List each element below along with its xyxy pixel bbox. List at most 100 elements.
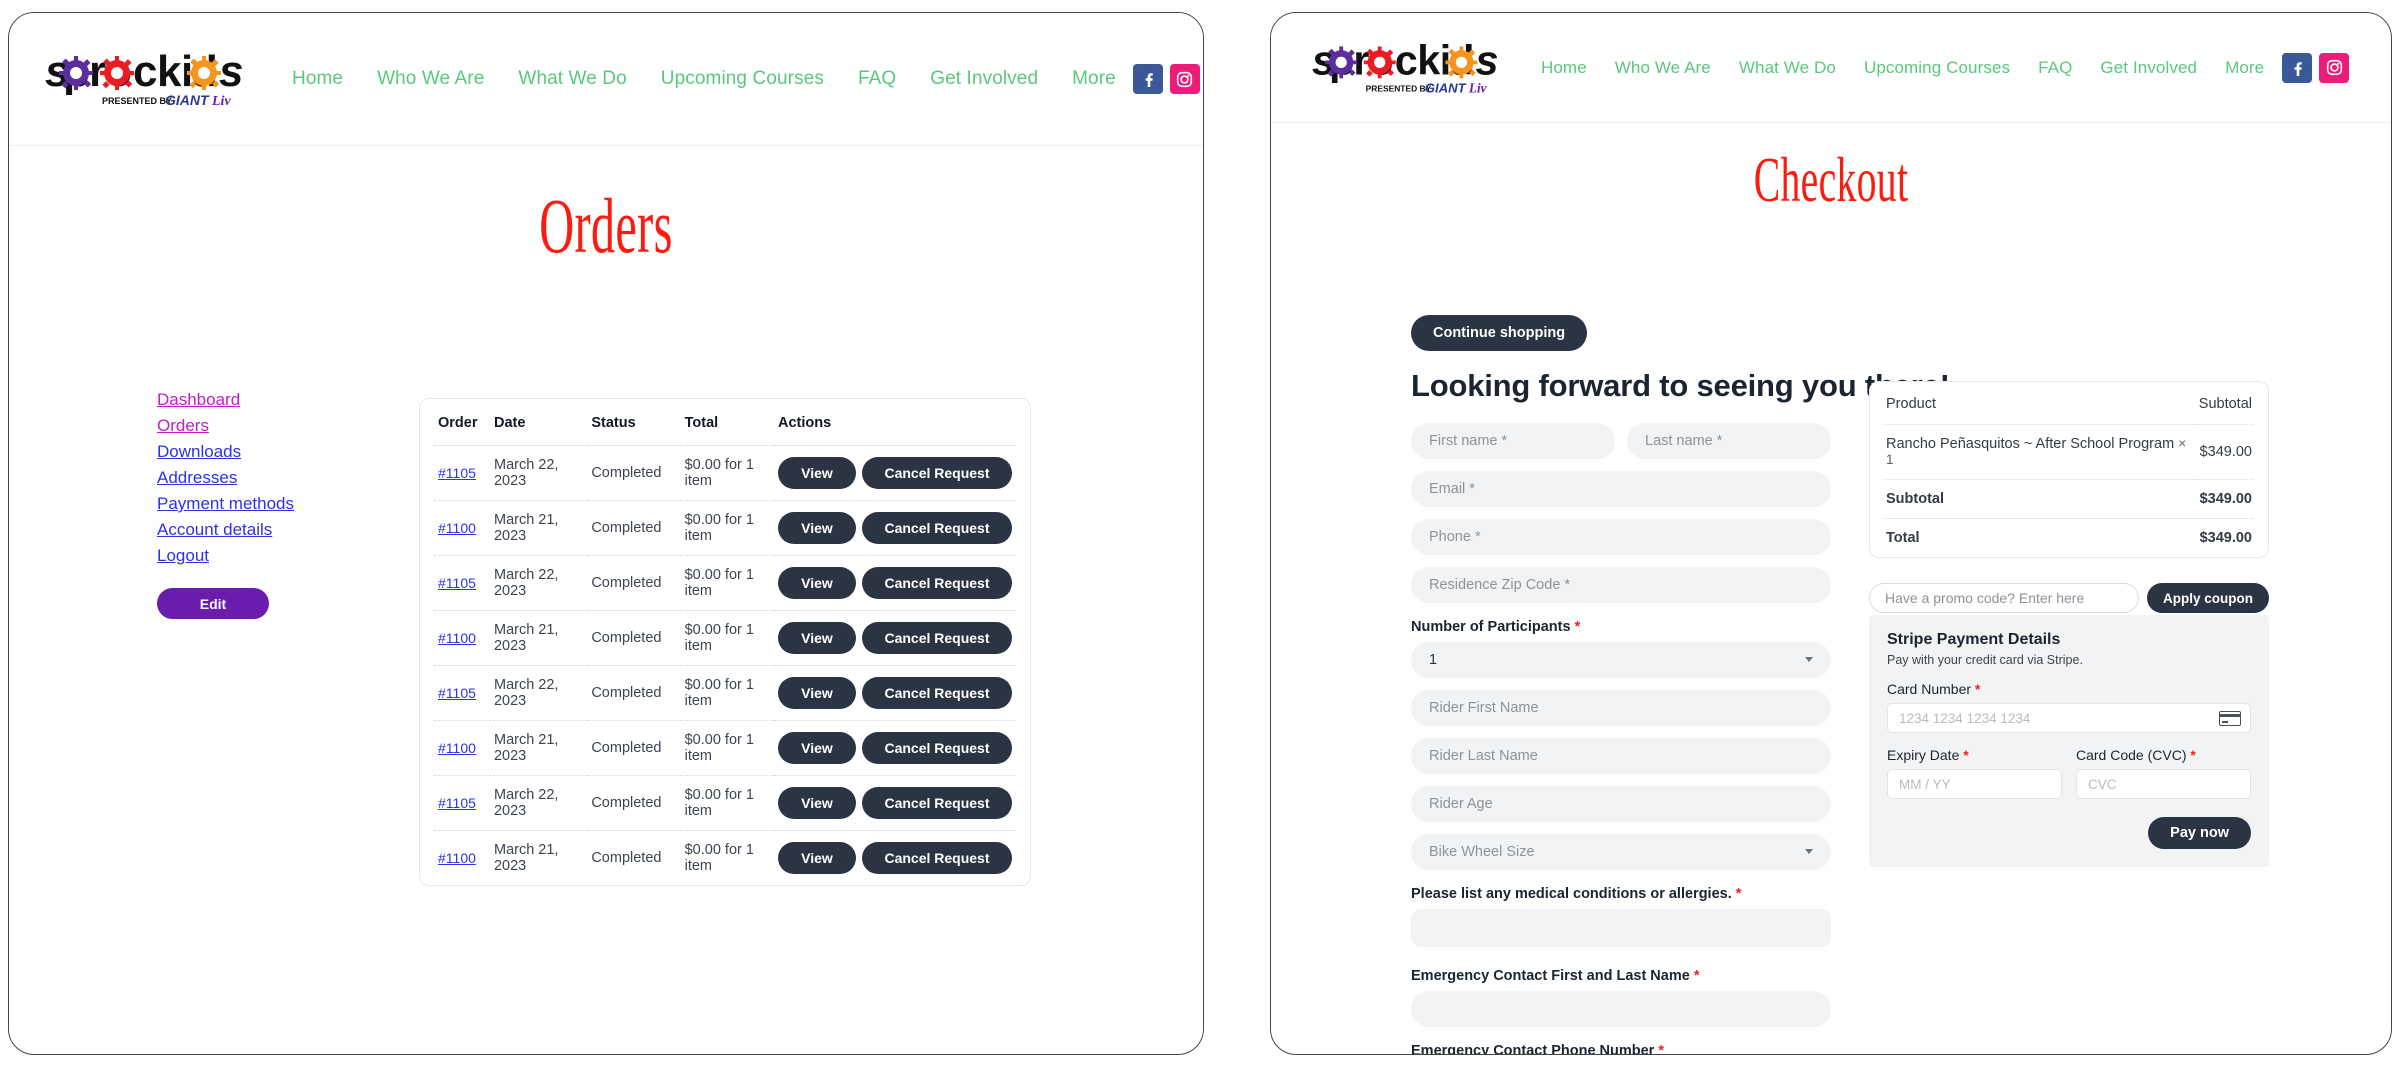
cancel-request-button[interactable]: Cancel Request [862, 622, 1012, 654]
sidebar-item-logout[interactable]: Logout [157, 546, 209, 566]
expiry-input[interactable] [1899, 776, 2050, 792]
zip-code-input[interactable] [1411, 567, 1831, 603]
view-order-button[interactable]: View [778, 622, 856, 654]
order-link[interactable]: #1105 [438, 575, 476, 591]
edit-button[interactable]: Edit [157, 588, 269, 619]
order-summary-card: Product Subtotal Rancho Peñasquitos ~ Af… [1869, 381, 2269, 558]
cancel-request-button[interactable]: Cancel Request [862, 567, 1012, 599]
cell-status: Completed [587, 445, 681, 501]
nav-item-who-we-are[interactable]: Who We Are [360, 68, 501, 90]
facebook-icon[interactable] [1132, 64, 1163, 94]
sidebar-item-dashboard[interactable]: Dashboard [157, 390, 240, 410]
bike-wheel-size-select[interactable] [1411, 834, 1831, 870]
svg-text:k: k [157, 47, 182, 96]
card-number-input[interactable] [1899, 710, 2239, 726]
view-order-button[interactable]: View [778, 567, 856, 599]
sprockids-logo[interactable]: s p r o c k i d s [45, 46, 245, 112]
nav-item-home-right[interactable]: Home [1527, 58, 1601, 78]
nav-item-more[interactable]: More [1055, 68, 1133, 90]
nav-item-who-we-are-right[interactable]: Who We Are [1601, 58, 1725, 78]
nav-item-faq-right[interactable]: FAQ [2024, 58, 2086, 78]
cell-total: $0.00 for 1 item [680, 555, 774, 611]
cell-total: $0.00 for 1 item [680, 500, 774, 556]
rider-last-name-input[interactable] [1411, 738, 1831, 774]
summary-total-value: $349.00 [2199, 530, 2252, 546]
nav-item-more-right[interactable]: More [2211, 58, 2278, 78]
view-order-button[interactable]: View [778, 457, 856, 489]
view-order-button[interactable]: View [778, 787, 856, 819]
last-name-input[interactable] [1627, 423, 1831, 459]
action-buttons: View Cancel Request [778, 622, 1012, 654]
page-title-checkout: Checkout [1753, 144, 1909, 215]
cell-date: March 22, 2023 [489, 445, 588, 501]
orders-title-wrap: Orders [9, 146, 1203, 268]
nav-item-what-we-do[interactable]: What We Do [501, 68, 643, 90]
nav-item-home[interactable]: Home [275, 68, 360, 90]
sidebar-item-payment-methods[interactable]: Payment methods [157, 494, 294, 514]
continue-shopping-button[interactable]: Continue shopping [1411, 315, 1588, 351]
cvc-label-text: Card Code (CVC) [2076, 747, 2187, 763]
nav-item-what-we-do-right[interactable]: What We Do [1725, 58, 1850, 78]
order-link[interactable]: #1100 [438, 520, 476, 536]
sidebar-item-downloads[interactable]: Downloads [157, 442, 241, 462]
nav-item-faq[interactable]: FAQ [841, 68, 913, 90]
instagram-icon-right[interactable] [2319, 52, 2349, 83]
card-number-field[interactable] [1887, 703, 2251, 733]
cancel-request-button[interactable]: Cancel Request [862, 787, 1012, 819]
sidebar-item-addresses[interactable]: Addresses [157, 468, 237, 488]
cell-order: #1105 [434, 445, 490, 501]
cell-total: $0.00 for 1 item [684, 842, 754, 874]
phone-input[interactable] [1411, 519, 1831, 555]
cancel-request-button[interactable]: Cancel Request [862, 842, 1012, 874]
cvc-field[interactable] [2076, 769, 2251, 799]
cancel-request-button[interactable]: Cancel Request [862, 677, 1012, 709]
action-buttons: View Cancel Request [778, 732, 1012, 764]
view-order-button[interactable]: View [778, 512, 856, 544]
cell-date: March 21, 2023 [489, 720, 588, 776]
nav-item-get-involved-right[interactable]: Get Involved [2086, 58, 2211, 78]
order-link[interactable]: #1105 [438, 795, 476, 811]
expiry-group: Expiry Date * [1887, 733, 2062, 799]
sidebar-item-account-details[interactable]: Account details [157, 520, 272, 540]
expiry-label-text: Expiry Date [1887, 747, 1960, 763]
order-link[interactable]: #1100 [438, 630, 476, 646]
first-name-input[interactable] [1411, 423, 1615, 459]
cvc-input[interactable] [2088, 776, 2239, 792]
coupon-input[interactable] [1869, 583, 2139, 613]
medical-conditions-textarea[interactable] [1411, 909, 1831, 947]
view-order-button[interactable]: View [778, 842, 856, 874]
expiry-field[interactable] [1887, 769, 2062, 799]
cancel-request-button[interactable]: Cancel Request [862, 512, 1012, 544]
order-link[interactable]: #1105 [438, 685, 476, 701]
order-link[interactable]: #1105 [438, 465, 476, 481]
view-order-button[interactable]: View [778, 732, 856, 764]
cancel-request-button[interactable]: Cancel Request [862, 732, 1012, 764]
cancel-request-button[interactable]: Cancel Request [862, 457, 1012, 489]
instagram-icon[interactable] [1169, 64, 1200, 94]
orders-window: s p r o c k i d s [8, 12, 1204, 1055]
sprockids-logo-right[interactable]: s p r o c k i d s [1311, 37, 1501, 99]
view-order-button[interactable]: View [778, 677, 856, 709]
rider-first-name-input[interactable] [1411, 690, 1831, 726]
nav-item-get-involved[interactable]: Get Involved [913, 68, 1055, 90]
cell-total: $0.00 for 1 item [680, 665, 774, 721]
pay-now-button[interactable]: Pay now [2148, 817, 2251, 849]
table-row: #1100 March 21, 2023 Completed $0.00 for 1 … [434, 610, 1016, 666]
order-link[interactable]: #1100 [438, 740, 476, 756]
nav-item-upcoming-courses-right[interactable]: Upcoming Courses [1850, 58, 2024, 78]
order-link[interactable]: #1100 [438, 850, 476, 866]
medical-conditions-label: Please list any medical conditions or al… [1411, 886, 1831, 902]
sidebar-item-orders[interactable]: Orders [157, 416, 209, 436]
summary-line-item-price: $349.00 [2196, 424, 2254, 480]
email-input[interactable] [1411, 471, 1831, 507]
facebook-icon-right[interactable] [2282, 52, 2312, 83]
emergency-contact-name-input[interactable] [1411, 991, 1831, 1027]
apply-coupon-button[interactable]: Apply coupon [2147, 583, 2269, 613]
participants-select[interactable] [1411, 642, 1831, 678]
nav-item-upcoming-courses[interactable]: Upcoming Courses [644, 68, 841, 90]
required-marker-cvc: * [2190, 747, 2196, 763]
required-marker-emg-phone: * [1658, 1043, 1665, 1055]
column-header-date: Date [489, 399, 588, 446]
main-nav-right: Home Who We Are What We Do Upcoming Cour… [1527, 58, 2278, 78]
rider-age-input[interactable] [1411, 786, 1831, 822]
